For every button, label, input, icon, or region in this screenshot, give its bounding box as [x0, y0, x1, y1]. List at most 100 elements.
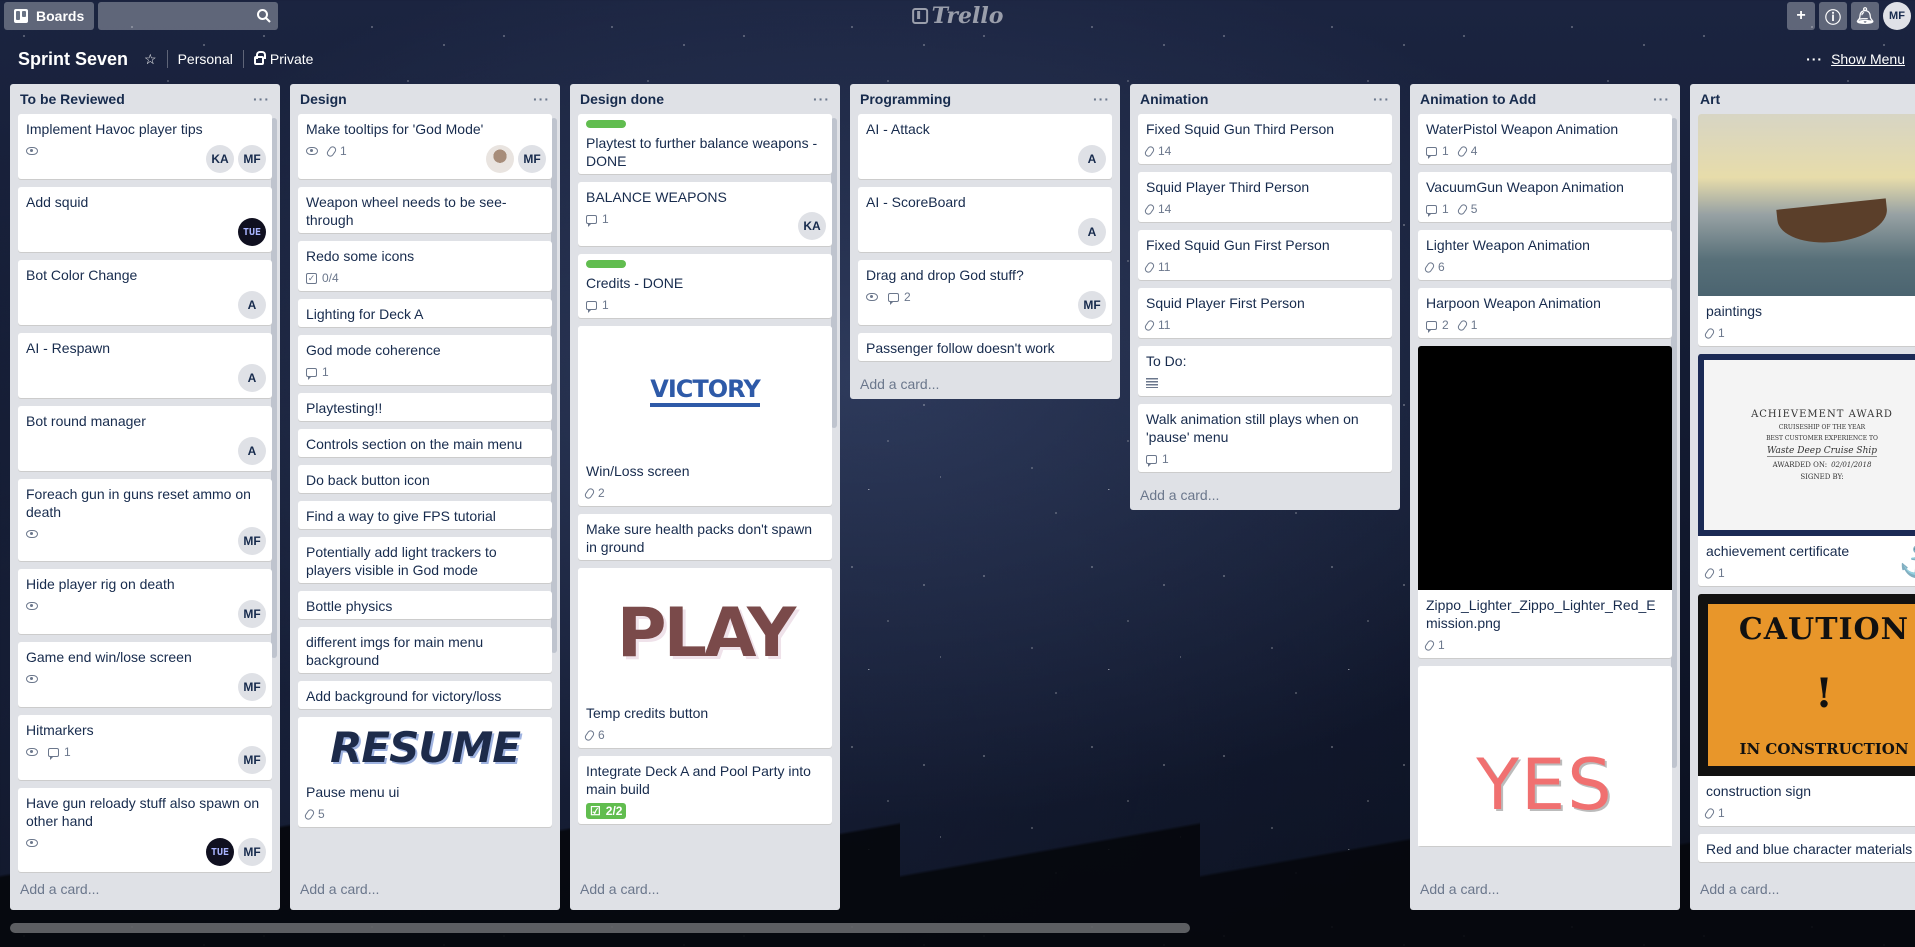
user-avatar[interactable]: MF [1883, 2, 1911, 30]
avatar[interactable]: KA [798, 212, 826, 240]
list-title[interactable]: To be Reviewed [20, 91, 125, 107]
card[interactable]: Squid Player First Person 11 [1138, 288, 1392, 338]
card[interactable]: VacuumGun Weapon Animation 1 5 [1418, 172, 1672, 222]
boards-button[interactable]: Boards [4, 2, 95, 30]
card[interactable]: Zippo_Lighter_Zippo_Lighter_Red_Emission… [1418, 346, 1672, 658]
list-header[interactable]: Design done ··· [570, 84, 840, 114]
search-icon[interactable] [256, 8, 272, 24]
card[interactable]: Have gun reloady stuff also spawn on oth… [18, 788, 272, 872]
list-menu-icon[interactable]: ··· [1093, 91, 1110, 107]
card[interactable]: PLAY Temp credits button 6 [578, 568, 832, 748]
list-title[interactable]: Design done [580, 91, 664, 107]
card[interactable]: Potentially add light trackers to player… [298, 537, 552, 583]
team-button[interactable]: Personal [178, 51, 233, 67]
card[interactable]: AI - ScoreBoard A [858, 187, 1112, 252]
avatar-image[interactable] [486, 145, 514, 173]
add-card-button[interactable]: Add a card... [1130, 480, 1400, 510]
card[interactable]: Passenger follow doesn't work [858, 333, 1112, 361]
card[interactable]: AI - Respawn A [18, 333, 272, 398]
card[interactable]: Drag and drop God stuff? 2 MF [858, 260, 1112, 325]
card[interactable]: Hide player rig on death MF [18, 569, 272, 634]
list-title[interactable]: Animation [1140, 91, 1208, 107]
card[interactable]: different imgs for main menu background [298, 627, 552, 673]
card[interactable]: Redo some icons ✓ 0/4 [298, 241, 552, 291]
card[interactable]: ACHIEVEMENT AWARD CRUISESHIP OF THE YEAR… [1698, 354, 1915, 586]
list-header[interactable]: Animation ··· [1130, 84, 1400, 114]
add-card-button[interactable]: Add a card... [570, 874, 840, 904]
card[interactable]: paintings 1 [1698, 114, 1915, 346]
avatar[interactable]: MF [238, 145, 266, 173]
list-title[interactable]: Design [300, 91, 347, 107]
avatar[interactable]: TUE [206, 838, 234, 866]
card[interactable]: Playtesting!! [298, 393, 552, 421]
avatar[interactable]: A [238, 364, 266, 392]
avatar[interactable]: MF [1078, 291, 1106, 319]
list-title[interactable]: Programming [860, 91, 951, 107]
card[interactable]: Implement Havoc player tips KA MF [18, 114, 272, 179]
list-menu-icon[interactable]: ··· [533, 91, 550, 107]
search-input[interactable] [98, 2, 279, 30]
add-card-button[interactable]: Add a card... [290, 874, 560, 904]
bell-icon[interactable]: 🔔︎ [1851, 2, 1879, 30]
card[interactable]: God mode coherence 1 [298, 335, 552, 385]
avatar[interactable]: MF [238, 527, 266, 555]
card[interactable]: Hitmarkers 1 MF [18, 715, 272, 780]
card[interactable]: Add background for victory/loss [298, 681, 552, 709]
avatar[interactable]: A [238, 437, 266, 465]
card[interactable]: VICTORY Win/Loss screen 2 [578, 326, 832, 506]
card[interactable]: Find a way to give FPS tutorial [298, 501, 552, 529]
card[interactable]: Bottle physics [298, 591, 552, 619]
avatar[interactable]: MF [238, 600, 266, 628]
trello-logo[interactable]: Trello [911, 3, 1003, 29]
add-card-button[interactable]: Add a card... [10, 874, 280, 904]
card[interactable]: Add squid TUE [18, 187, 272, 252]
add-card-button[interactable]: Add a card... [850, 369, 1120, 399]
card[interactable]: Controls section on the main menu [298, 429, 552, 457]
list-menu-icon[interactable]: ··· [253, 91, 270, 107]
list-header[interactable]: Design ··· [290, 84, 560, 114]
card[interactable]: Walk animation still plays when on 'paus… [1138, 404, 1392, 472]
avatar[interactable]: MF [238, 673, 266, 701]
card[interactable]: Fixed Squid Gun First Person 11 [1138, 230, 1392, 280]
add-card-button[interactable]: Add a card... [1410, 874, 1680, 904]
card[interactable]: Credits - DONE 1 [578, 254, 832, 318]
avatar[interactable]: TUE [238, 218, 266, 246]
avatar[interactable]: KA [206, 145, 234, 173]
card[interactable]: Red and blue character materials [1698, 834, 1915, 862]
avatar[interactable]: A [238, 291, 266, 319]
card[interactable]: To Do: [1138, 346, 1392, 396]
show-menu-button[interactable]: ··· Show Menu [1806, 51, 1905, 67]
board-title[interactable]: Sprint Seven [18, 49, 128, 70]
list-title[interactable]: Animation to Add [1420, 91, 1536, 107]
avatar[interactable]: A [1078, 218, 1106, 246]
card[interactable]: Bot Color Change A [18, 260, 272, 325]
card[interactable]: Game end win/lose screen MF [18, 642, 272, 707]
info-icon[interactable]: ⓘ [1819, 2, 1847, 30]
list-menu-icon[interactable]: ··· [1653, 91, 1670, 107]
list-menu-icon[interactable]: ··· [813, 91, 830, 107]
plus-icon[interactable]: + [1787, 2, 1815, 30]
list-header[interactable]: To be Reviewed ··· [10, 84, 280, 114]
avatar[interactable]: MF [518, 145, 546, 173]
card[interactable]: Integrate Deck A and Pool Party into mai… [578, 756, 832, 824]
card[interactable]: YES [1418, 666, 1672, 846]
card[interactable]: AI - Attack A [858, 114, 1112, 179]
card[interactable]: Foreach gun in guns reset ammo on death … [18, 479, 272, 561]
card[interactable]: Playtest to further balance weapons - DO… [578, 114, 832, 174]
card[interactable]: Make tooltips for 'God Mode' 1 MF [298, 114, 552, 179]
card[interactable]: Lighting for Deck A [298, 299, 552, 327]
list-menu-icon[interactable]: ··· [1373, 91, 1390, 107]
card[interactable]: Lighter Weapon Animation 6 [1418, 230, 1672, 280]
card[interactable]: BALANCE WEAPONS 1 KA [578, 182, 832, 246]
card[interactable]: Fixed Squid Gun Third Person 14 [1138, 114, 1392, 164]
add-card-button[interactable]: Add a card... [1690, 874, 1915, 904]
card[interactable]: Make sure health packs don't spawn in gr… [578, 514, 832, 560]
list-header[interactable]: Programming ··· [850, 84, 1120, 114]
avatar[interactable]: MF [238, 746, 266, 774]
card[interactable]: Harpoon Weapon Animation 2 1 [1418, 288, 1672, 338]
card[interactable]: Do back button icon [298, 465, 552, 493]
horizontal-scrollbar[interactable] [10, 923, 1190, 933]
avatar[interactable]: MF [238, 838, 266, 866]
card[interactable]: RESUME Pause menu ui 5 [298, 717, 552, 827]
card[interactable]: CAUTION ! IN CONSTRUCTION construction s… [1698, 594, 1915, 826]
